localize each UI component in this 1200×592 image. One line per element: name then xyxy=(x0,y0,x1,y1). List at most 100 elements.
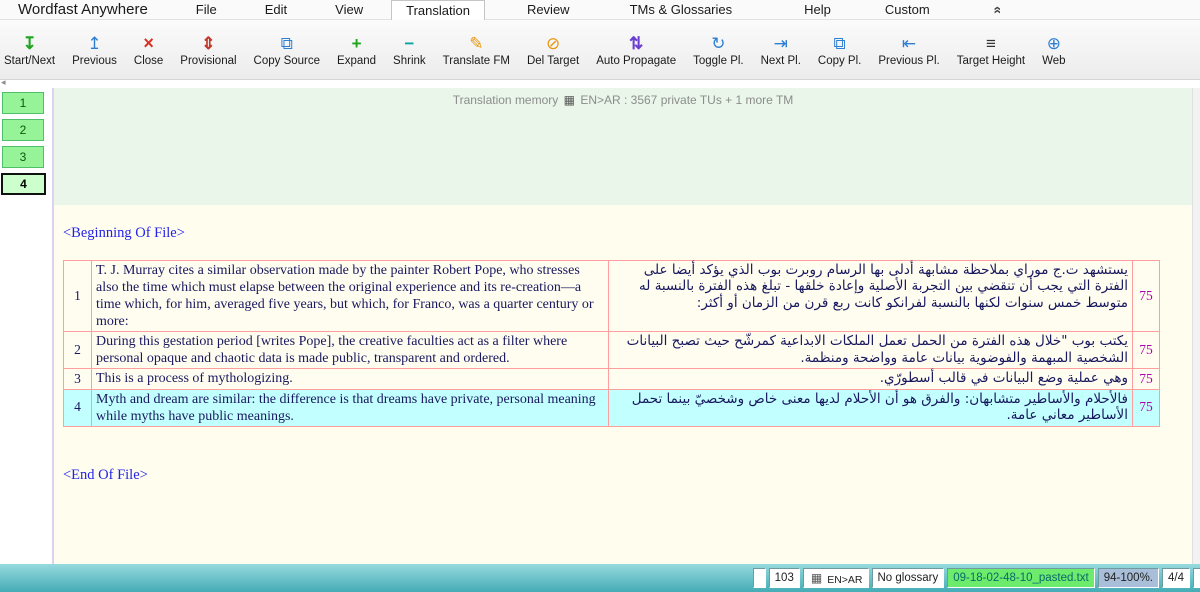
ribbon-edge: ◂ xyxy=(0,80,1200,88)
toggle-placeable-button[interactable]: ↻ Toggle Pl. xyxy=(693,33,744,67)
segment-4-button[interactable]: 4 xyxy=(1,173,46,195)
del-target-button[interactable]: ⊘ Del Target xyxy=(527,33,579,67)
next-placeable-button[interactable]: ⇥ Next Pl. xyxy=(761,33,801,67)
segment-number-cell[interactable]: 2 xyxy=(64,332,92,369)
source-text-cell[interactable]: During this gestation period [writes Pop… xyxy=(92,332,609,369)
previous-button[interactable]: ↥ Previous xyxy=(72,33,117,67)
vertical-scrollbar[interactable] xyxy=(1192,88,1200,564)
menu-item-tms-glossaries[interactable]: TMs & Glossaries xyxy=(628,1,735,18)
match-score-cell: 75 xyxy=(1133,389,1160,426)
toolbar-label: Shrink xyxy=(393,55,426,67)
toolbar-label: Copy Pl. xyxy=(818,55,861,67)
beginning-of-file-marker: <Beginning Of File> xyxy=(63,225,1192,242)
expand-button[interactable]: + Expand xyxy=(337,33,376,67)
start-next-button[interactable]: ↧ Start/Next xyxy=(4,33,55,67)
table-row-active: 4 Myth and dream are similar: the differ… xyxy=(64,389,1160,426)
copy-placeable-button[interactable]: ⧉ Copy Pl. xyxy=(818,33,861,67)
target-text-cell[interactable]: فالأحلام والأساطير متشابهان: والفرق هو أ… xyxy=(609,389,1133,426)
document-previous-icon: ↥ xyxy=(87,33,101,54)
previous-placeable-button[interactable]: ⇤ Previous Pl. xyxy=(878,33,939,67)
toolbar-label: Next Pl. xyxy=(761,55,801,67)
segment-table: 1 T. J. Murray cites a similar observati… xyxy=(63,260,1160,427)
status-count: 103 xyxy=(769,568,800,588)
web-button[interactable]: ⊕ Web xyxy=(1042,33,1065,67)
target-text-cell[interactable]: يكتب بوب "خلال هذه الفترة من الحمل تعمل … xyxy=(609,332,1133,369)
copy-placeable-icon: ⧉ xyxy=(834,33,846,54)
status-clipped-cell xyxy=(1193,568,1200,588)
status-filename[interactable]: 09-18-02-48-10_pasted.txt xyxy=(947,568,1095,588)
main-area: 1 2 3 4 Translation memory ▦ EN>AR : 356… xyxy=(0,88,1200,564)
close-icon: × xyxy=(143,33,154,54)
translation-memory-panel: Translation memory ▦ EN>AR : 3567 privat… xyxy=(54,88,1192,205)
menu-item-edit[interactable]: Edit xyxy=(263,1,289,18)
source-text-cell[interactable]: Myth and dream are similar: the differen… xyxy=(92,389,609,426)
toolbar-label: Web xyxy=(1042,55,1065,67)
segment-1-button[interactable]: 1 xyxy=(2,92,44,114)
segment-number-cell[interactable]: 3 xyxy=(64,369,92,389)
tm-info: EN>AR : 3567 private TUs + 1 more TM xyxy=(580,93,793,107)
target-text-cell[interactable]: وهي عملية وضع البيانات في قالب أسطورّي. xyxy=(609,369,1133,389)
toolbar-label: Copy Source xyxy=(254,55,320,67)
copy-source-icon: ⧉ xyxy=(281,33,293,54)
glossary-label: No glossary xyxy=(878,569,939,587)
status-glossary[interactable]: No glossary xyxy=(872,568,945,588)
toolbar-label: Expand xyxy=(337,55,376,67)
segment-number-column: 1 2 3 4 xyxy=(0,88,54,564)
source-text-cell[interactable]: This is a process of mythologizing. xyxy=(92,369,609,389)
toolbar-label: Target Height xyxy=(957,55,1025,67)
toolbar-label: Previous xyxy=(72,55,117,67)
match-score-cell: 75 xyxy=(1133,369,1160,389)
app-title: Wordfast Anywhere xyxy=(18,1,148,18)
auto-propagate-button[interactable]: ⇅ Auto Propagate xyxy=(596,33,676,67)
table-row: 3 This is a process of mythologizing. وه… xyxy=(64,369,1160,389)
table-row: 2 During this gestation period [writes P… xyxy=(64,332,1160,369)
menu-item-help[interactable]: Help xyxy=(802,1,833,18)
segment-number-cell[interactable]: 1 xyxy=(64,261,92,332)
end-of-file-marker: <End Of File> xyxy=(63,467,1192,484)
segment-3-button[interactable]: 3 xyxy=(2,146,44,168)
copy-source-button[interactable]: ⧉ Copy Source xyxy=(254,33,320,67)
menu-item-file[interactable]: File xyxy=(194,1,219,18)
collapse-ribbon-icon[interactable]: » xyxy=(988,6,1004,14)
shrink-button[interactable]: − Shrink xyxy=(393,33,426,67)
editor-content: Translation memory ▦ EN>AR : 3567 privat… xyxy=(54,88,1192,564)
toolbar-label: Toggle Pl. xyxy=(693,55,744,67)
toolbar-ribbon: ↧ Start/Next ↥ Previous × Close ⇕ Provis… xyxy=(0,20,1200,80)
expand-icon: + xyxy=(352,33,362,54)
target-height-button[interactable]: ≡ Target Height xyxy=(957,33,1025,67)
toolbar-label: Translate FM xyxy=(443,55,510,67)
filename-label: 09-18-02-48-10_pasted.txt xyxy=(953,569,1089,587)
language-pair-label: EN>AR xyxy=(827,571,862,589)
toolbar-label: Provisional xyxy=(180,55,236,67)
toolbar-label: Close xyxy=(134,55,163,67)
next-placeable-icon: ⇥ xyxy=(774,33,788,54)
target-text-cell[interactable]: يستشهد ت.ج موراي بملاحظة مشابهة أدلى بها… xyxy=(609,261,1133,332)
menu-item-review[interactable]: Review xyxy=(525,1,572,18)
menu-bar: Wordfast Anywhere File Edit View Transla… xyxy=(0,0,1200,20)
segment-position-label: 4/4 xyxy=(1168,569,1184,587)
close-button[interactable]: × Close xyxy=(134,33,163,67)
tm-header: Translation memory ▦ EN>AR : 3567 privat… xyxy=(54,88,1192,107)
status-match-range[interactable]: 94-100%. xyxy=(1098,568,1159,588)
status-segment-position: 4/4 xyxy=(1162,568,1190,588)
provisional-button[interactable]: ⇕ Provisional xyxy=(180,33,236,67)
segment-2-button[interactable]: 2 xyxy=(2,119,44,141)
source-text-cell[interactable]: T. J. Murray cites a similar observation… xyxy=(92,261,609,332)
table-row: 1 T. J. Murray cites a similar observati… xyxy=(64,261,1160,332)
segment-number-cell[interactable]: 4 xyxy=(64,389,92,426)
toolbar-label: Start/Next xyxy=(4,55,55,67)
pane-collapse-icon[interactable]: ◂ xyxy=(1,77,6,88)
menu-item-view[interactable]: View xyxy=(333,1,365,18)
web-icon: ⊕ xyxy=(1047,33,1061,54)
status-bar: 103 ▦ EN>AR No glossary 09-18-02-48-10_p… xyxy=(0,564,1200,592)
translate-fm-button[interactable]: ✎ Translate FM xyxy=(443,33,510,67)
toggle-placeable-icon: ↻ xyxy=(711,33,725,54)
tm-grid-icon: ▦ xyxy=(811,569,822,587)
menu-item-translation[interactable]: Translation xyxy=(391,0,485,20)
status-language-pair[interactable]: ▦ EN>AR xyxy=(803,568,869,588)
tm-grid-icon: ▦ xyxy=(564,93,575,107)
auto-propagate-icon: ⇅ xyxy=(629,33,643,54)
menu-item-custom[interactable]: Custom xyxy=(883,1,932,18)
previous-placeable-icon: ⇤ xyxy=(902,33,916,54)
tm-label: Translation memory xyxy=(453,93,559,107)
